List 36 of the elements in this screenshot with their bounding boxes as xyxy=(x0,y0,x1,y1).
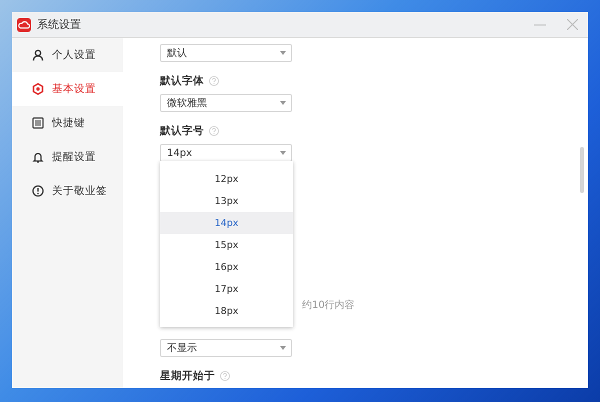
bell-icon xyxy=(32,151,44,163)
setting-label: 默认字号 xyxy=(160,124,204,138)
dropdown-option[interactable]: 17px xyxy=(160,278,293,300)
setting-label: 默认字体 xyxy=(160,74,204,88)
window-title: 系统设置 xyxy=(37,17,82,32)
dropdown-select[interactable]: 微软雅黑 xyxy=(160,94,292,112)
sidebar-item[interactable]: 基本设置 xyxy=(12,72,123,106)
app-logo-icon xyxy=(17,18,31,32)
dropdown-option[interactable]: 14px xyxy=(160,212,293,234)
sidebar-item[interactable]: 提醒设置 xyxy=(12,140,123,174)
help-icon[interactable] xyxy=(209,126,219,136)
user-icon xyxy=(32,49,44,61)
hint-text: 约10行内容 xyxy=(302,300,355,311)
sidebar-item[interactable]: 个人设置 xyxy=(12,38,123,72)
dropdown-option[interactable]: 12px xyxy=(160,168,293,190)
dropdown-select[interactable]: 不显示 xyxy=(160,339,292,357)
caret-icon xyxy=(280,51,286,55)
info-icon xyxy=(32,185,44,197)
setting-label: 星期开始于 xyxy=(160,369,215,383)
help-icon[interactable] xyxy=(220,371,230,381)
caret-icon xyxy=(280,101,286,105)
dropdown-select[interactable]: 14px xyxy=(160,144,292,162)
dropdown-option[interactable]: 13px xyxy=(160,190,293,212)
dropdown-option[interactable]: 18px xyxy=(160,300,293,322)
dropdown-option[interactable]: 15px xyxy=(160,234,293,256)
minimize-icon xyxy=(534,24,546,26)
dropdown-select[interactable]: 默认 xyxy=(160,44,292,62)
sidebar-item[interactable]: 关于敬业签 xyxy=(12,174,123,208)
scrollbar[interactable] xyxy=(580,147,584,193)
dropdown-option[interactable]: 16px xyxy=(160,256,293,278)
caret-icon xyxy=(280,346,286,350)
close-icon xyxy=(566,19,578,30)
help-icon[interactable] xyxy=(209,76,219,86)
gear-icon xyxy=(32,83,44,95)
sidebar-item[interactable]: 快捷键 xyxy=(12,106,123,140)
caret-icon xyxy=(280,151,286,155)
